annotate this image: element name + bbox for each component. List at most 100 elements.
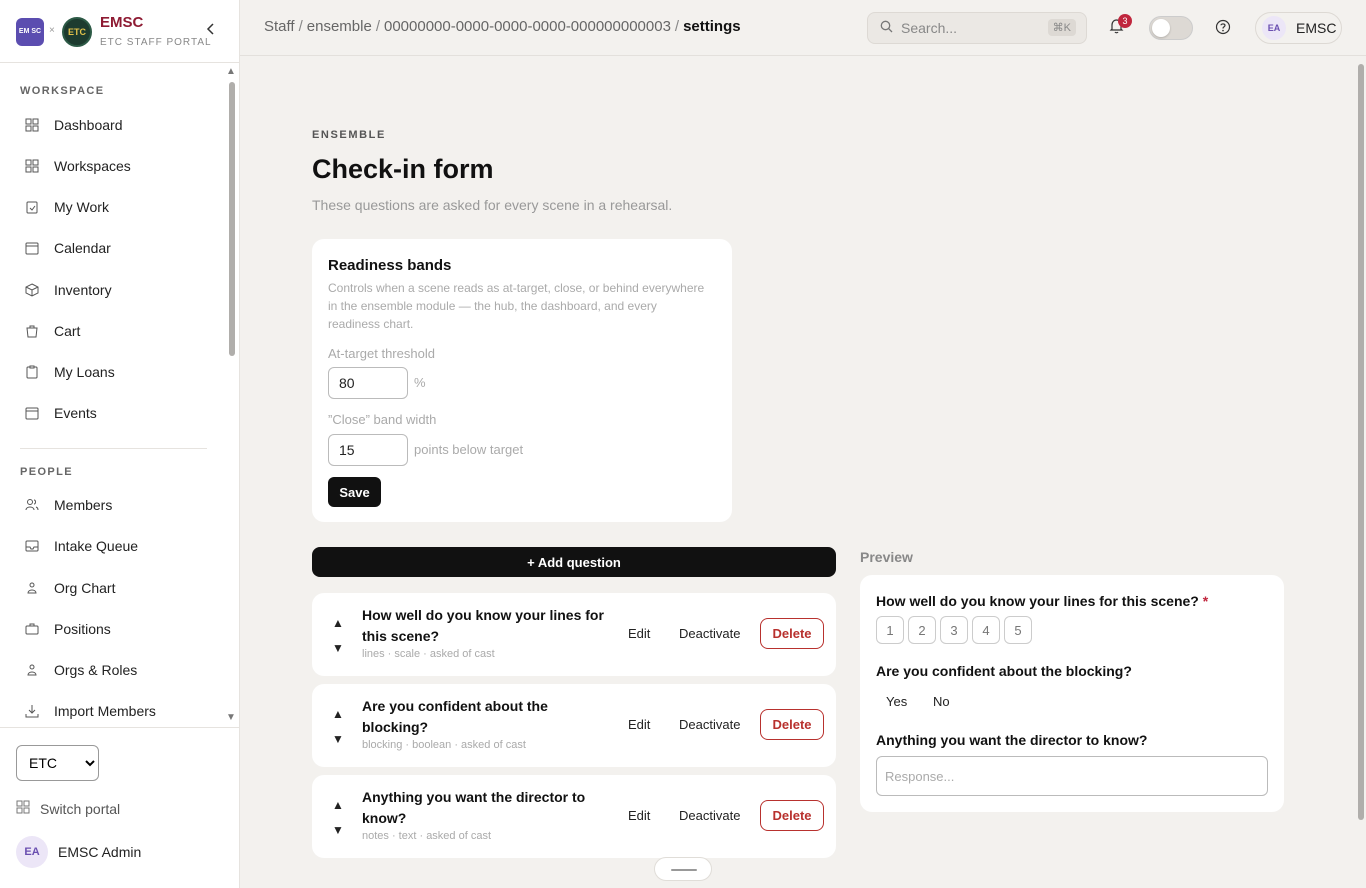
users-icon xyxy=(24,497,40,513)
edit-button[interactable]: Edit xyxy=(628,808,650,823)
delete-button[interactable]: Delete xyxy=(760,618,824,649)
theme-toggle[interactable] xyxy=(1149,16,1193,40)
user-name: EMSC Admin xyxy=(58,844,142,860)
at-target-input[interactable]: 80 xyxy=(328,367,408,399)
sidebar-item-calendar[interactable]: Calendar xyxy=(24,233,204,263)
briefcase-icon xyxy=(24,621,40,637)
main-scroll-thumb[interactable] xyxy=(1358,64,1364,820)
move-down-icon[interactable]: ▼ xyxy=(332,818,344,843)
at-target-label: At-target threshold xyxy=(328,346,435,361)
sidebar-item-dashboard[interactable]: Dashboard xyxy=(24,110,204,140)
cart-icon xyxy=(24,323,40,339)
save-button[interactable]: Save xyxy=(328,477,381,507)
edit-button[interactable]: Edit xyxy=(628,626,650,641)
no-option[interactable]: No xyxy=(933,694,950,709)
sidebar-item-intake-queue[interactable]: Intake Queue xyxy=(24,531,204,561)
search-placeholder: Search... xyxy=(901,20,958,36)
org-select[interactable]: ETC xyxy=(16,745,99,781)
sidebar-item-label: Org Chart xyxy=(54,580,116,596)
response-textarea[interactable]: Response... xyxy=(876,756,1268,796)
user-profile[interactable]: EA EMSC Admin xyxy=(16,836,141,868)
sidebar-item-workspaces[interactable]: Workspaces xyxy=(24,151,204,181)
move-down-icon[interactable]: ▼ xyxy=(332,636,344,661)
scroll-down-icon[interactable]: ▼ xyxy=(226,712,236,723)
scale-option[interactable]: 1 xyxy=(876,616,904,644)
scale-options: 1 2 3 4 5 xyxy=(876,616,1032,644)
scroll-up-icon[interactable]: ▲ xyxy=(226,66,236,77)
deactivate-button[interactable]: Deactivate xyxy=(679,717,740,732)
sidebar-item-my-loans[interactable]: My Loans xyxy=(24,357,204,387)
question-meta: lines · scale · asked of cast xyxy=(362,648,495,660)
sidebar-item-members[interactable]: Members xyxy=(24,490,204,520)
sidebar-item-events[interactable]: Events xyxy=(24,398,204,428)
breadcrumb-separator: / xyxy=(298,18,303,35)
sidebar-item-label: Intake Queue xyxy=(54,538,139,554)
preview-question-1: How well do you know your lines for this… xyxy=(876,593,1209,609)
move-up-icon[interactable]: ▲ xyxy=(332,611,344,636)
yes-option[interactable]: Yes xyxy=(886,694,907,709)
deactivate-button[interactable]: Deactivate xyxy=(679,626,740,641)
close-band-unit: points below target xyxy=(414,442,524,457)
move-down-icon[interactable]: ▼ xyxy=(332,727,344,752)
sidebar-scroll-thumb[interactable] xyxy=(229,82,235,356)
sidebar-item-inventory[interactable]: Inventory xyxy=(24,275,204,305)
notification-badge: 3 xyxy=(1118,14,1132,28)
breadcrumb-separator: / xyxy=(375,18,380,35)
sidebar-item-org-chart[interactable]: Org Chart xyxy=(24,573,204,603)
sidebar-item-label: Dashboard xyxy=(54,117,123,133)
scale-option[interactable]: 4 xyxy=(972,616,1000,644)
delete-button[interactable]: Delete xyxy=(760,709,824,740)
scale-option[interactable]: 3 xyxy=(940,616,968,644)
section-label-workspace: WORKSPACE xyxy=(20,85,105,97)
sidebar-item-orgs-roles[interactable]: Orgs & Roles xyxy=(24,655,204,685)
nav-divider xyxy=(20,448,207,449)
user-menu-button[interactable]: EA EMSC xyxy=(1255,12,1342,44)
collapse-sidebar-icon[interactable] xyxy=(206,22,216,38)
breadcrumb: Staff / ensemble/00000000-0000-0000-0000-0… xyxy=(264,18,741,35)
search-input[interactable]: Search... ⌘K xyxy=(867,12,1087,44)
reorder-controls: ▲ ▼ xyxy=(332,702,344,752)
add-question-button[interactable]: + Add question xyxy=(312,547,836,577)
calendar-icon xyxy=(24,240,40,256)
breadcrumb-id[interactable]: 00000000-0000-0000-0000-000000000003 xyxy=(384,18,671,35)
sidebar-item-positions[interactable]: Positions xyxy=(24,614,204,644)
page-eyebrow: ENSEMBLE xyxy=(312,129,386,141)
page-title: Check-in form xyxy=(312,154,494,184)
scale-option[interactable]: 5 xyxy=(1004,616,1032,644)
sidebar-item-cart[interactable]: Cart xyxy=(24,316,204,346)
preview-question-3: Anything you want the director to know? xyxy=(876,732,1148,748)
sidebar-item-my-work[interactable]: My Work xyxy=(24,192,204,222)
scale-option[interactable]: 2 xyxy=(908,616,936,644)
question-text: How well do you know your lines for this… xyxy=(362,607,604,644)
inbox-icon xyxy=(24,538,40,554)
org-chart-icon xyxy=(24,662,40,678)
close-band-input[interactable]: 15 xyxy=(328,434,408,466)
sidebar-item-label: Cart xyxy=(54,323,81,339)
avatar: EA xyxy=(16,836,48,868)
sidebar-footer: ETC Switch portal EA EMSC Admin xyxy=(0,727,239,888)
deactivate-button[interactable]: Deactivate xyxy=(679,808,740,823)
box-icon xyxy=(24,282,40,298)
edit-button[interactable]: Edit xyxy=(628,717,650,732)
drag-handle[interactable] xyxy=(654,857,712,881)
etc-logo: ETC xyxy=(62,17,92,47)
brand-title: EMSC xyxy=(100,14,144,31)
switch-portal-link[interactable]: Switch portal xyxy=(16,800,120,817)
sidebar-item-label: Workspaces xyxy=(54,158,131,174)
move-up-icon[interactable]: ▲ xyxy=(332,702,344,727)
delete-button[interactable]: Delete xyxy=(760,800,824,831)
move-up-icon[interactable]: ▲ xyxy=(332,793,344,818)
readiness-bands-card: Readiness bands Controls when a scene re… xyxy=(312,239,732,522)
brand-header: EM SC × ETC EMSC ETC STAFF PORTAL xyxy=(0,0,239,63)
at-target-unit: % xyxy=(414,375,426,390)
sidebar-item-label: Members xyxy=(54,497,113,513)
question-meta: notes · text · asked of cast xyxy=(362,830,492,842)
breadcrumb-staff[interactable]: Staff xyxy=(264,18,295,35)
clipboard-check-icon xyxy=(24,199,40,215)
grid-icon xyxy=(16,800,30,817)
sidebar-item-label: Inventory xyxy=(54,282,112,298)
sidebar-item-import-members[interactable]: Import Members xyxy=(24,696,204,726)
help-icon[interactable] xyxy=(1215,19,1231,38)
breadcrumb-ensemble[interactable]: ensemble xyxy=(307,18,372,35)
reorder-controls: ▲ ▼ xyxy=(332,793,344,843)
